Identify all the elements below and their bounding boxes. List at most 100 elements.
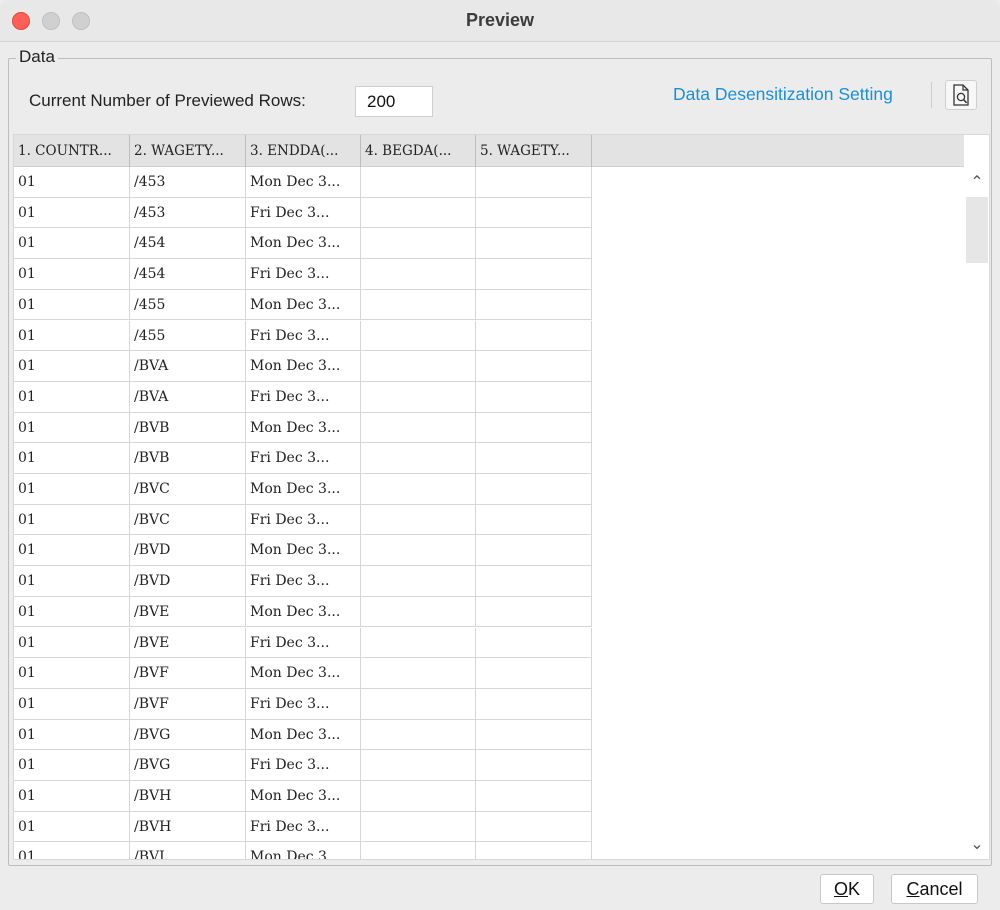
previewed-rows-input[interactable]	[355, 86, 433, 117]
table-cell[interactable]	[476, 228, 592, 260]
table-cell[interactable]: Fri Dec 3...	[246, 197, 361, 229]
table-cell[interactable]: /455	[130, 289, 246, 321]
table-cell[interactable]: Mon Dec 3...	[246, 474, 361, 505]
table-cell[interactable]: /454	[130, 228, 246, 260]
table-cell[interactable]	[476, 474, 592, 505]
scrollbar-thumb[interactable]	[966, 197, 988, 263]
table-cell[interactable]: /BVD	[130, 566, 246, 597]
table-cell[interactable]: /453	[130, 197, 246, 229]
table-cell[interactable]	[361, 596, 476, 628]
table-cell[interactable]: /BVG	[130, 719, 246, 751]
cancel-button[interactable]: Cancel	[891, 874, 978, 904]
table-cell[interactable]	[361, 811, 476, 843]
table-cell[interactable]	[476, 167, 592, 198]
table-cell[interactable]: 01	[14, 443, 130, 474]
table-cell[interactable]: Mon Dec 3...	[246, 228, 361, 260]
table-cell[interactable]	[361, 719, 476, 751]
table-cell[interactable]	[476, 259, 592, 290]
table-cell[interactable]	[361, 197, 476, 229]
table-cell[interactable]	[361, 351, 476, 382]
table-cell[interactable]	[476, 566, 592, 597]
table-cell[interactable]	[476, 504, 592, 536]
column-header-1[interactable]: 1. COUNTR...	[14, 135, 130, 167]
table-cell[interactable]: /BVB	[130, 412, 246, 444]
table-cell[interactable]: /BVF	[130, 688, 246, 720]
table-cell[interactable]: 01	[14, 781, 130, 812]
table-cell[interactable]	[476, 627, 592, 659]
table-cell[interactable]: 01	[14, 596, 130, 628]
table-cell[interactable]	[361, 566, 476, 597]
table-cell[interactable]: Fri Dec 3...	[246, 443, 361, 474]
table-cell[interactable]: /455	[130, 320, 246, 352]
table-cell[interactable]: Mon Dec 3...	[246, 289, 361, 321]
table-cell[interactable]	[361, 535, 476, 567]
table-cell[interactable]: 01	[14, 627, 130, 659]
table-cell[interactable]	[476, 289, 592, 321]
table-cell[interactable]: Fri Dec 3...	[246, 381, 361, 413]
table-cell[interactable]	[476, 658, 592, 689]
table-cell[interactable]: 01	[14, 811, 130, 843]
table-cell[interactable]	[361, 504, 476, 536]
table-cell[interactable]: Fri Dec 3...	[246, 320, 361, 352]
table-cell[interactable]	[476, 781, 592, 812]
table-cell[interactable]	[476, 688, 592, 720]
table-cell[interactable]	[361, 228, 476, 260]
table-cell[interactable]	[476, 596, 592, 628]
table-cell[interactable]: Mon Dec 3...	[246, 842, 361, 859]
table-cell[interactable]: /453	[130, 167, 246, 198]
table-cell[interactable]: 01	[14, 320, 130, 352]
table-cell[interactable]: 01	[14, 504, 130, 536]
table-cell[interactable]: /BVD	[130, 535, 246, 567]
table-cell[interactable]	[361, 167, 476, 198]
table-cell[interactable]: 01	[14, 688, 130, 720]
table-cell[interactable]: 01	[14, 412, 130, 444]
table-cell[interactable]	[361, 443, 476, 474]
table-cell[interactable]: /BVE	[130, 627, 246, 659]
table-cell[interactable]: Mon Dec 3...	[246, 596, 361, 628]
table-cell[interactable]: /454	[130, 259, 246, 290]
table-cell[interactable]: Mon Dec 3...	[246, 658, 361, 689]
table-cell[interactable]: /BVG	[130, 750, 246, 781]
vertical-scrollbar[interactable]: ⌃ ⌄	[964, 167, 989, 859]
table-cell[interactable]: Fri Dec 3...	[246, 504, 361, 536]
table-cell[interactable]	[361, 381, 476, 413]
table-cell[interactable]: 01	[14, 381, 130, 413]
table-cell[interactable]: Mon Dec 3...	[246, 351, 361, 382]
table-cell[interactable]: Mon Dec 3...	[246, 719, 361, 751]
table-cell[interactable]	[476, 381, 592, 413]
table-cell[interactable]: 01	[14, 566, 130, 597]
table-cell[interactable]	[476, 811, 592, 843]
table-cell[interactable]: /BVC	[130, 504, 246, 536]
table-cell[interactable]	[476, 719, 592, 751]
table-cell[interactable]	[476, 443, 592, 474]
table-cell[interactable]	[476, 750, 592, 781]
column-header-2[interactable]: 2. WAGETY...	[130, 135, 246, 167]
table-cell[interactable]: 01	[14, 197, 130, 229]
ok-button[interactable]: OK	[820, 874, 874, 904]
table-cell[interactable]: Fri Dec 3...	[246, 688, 361, 720]
table-cell[interactable]: 01	[14, 474, 130, 505]
table-cell[interactable]: 01	[14, 750, 130, 781]
table-cell[interactable]: /BVB	[130, 443, 246, 474]
table-cell[interactable]	[361, 688, 476, 720]
table-cell[interactable]: 01	[14, 351, 130, 382]
table-cell[interactable]: /BVH	[130, 811, 246, 843]
table-cell[interactable]: Fri Dec 3...	[246, 750, 361, 781]
table-cell[interactable]: Fri Dec 3...	[246, 811, 361, 843]
table-cell[interactable]	[476, 320, 592, 352]
table-cell[interactable]: 01	[14, 535, 130, 567]
table-cell[interactable]	[361, 412, 476, 444]
table-cell[interactable]	[361, 320, 476, 352]
table-cell[interactable]	[361, 474, 476, 505]
table-cell[interactable]: /BVI	[130, 842, 246, 859]
table-cell[interactable]: 01	[14, 842, 130, 859]
table-cell[interactable]	[476, 197, 592, 229]
table-cell[interactable]: Mon Dec 3...	[246, 167, 361, 198]
table-cell[interactable]: 01	[14, 259, 130, 290]
table-cell[interactable]	[361, 842, 476, 859]
table-cell[interactable]: Mon Dec 3...	[246, 535, 361, 567]
table-cell[interactable]	[361, 781, 476, 812]
column-header-5[interactable]: 5. WAGETY...	[476, 135, 592, 167]
table-cell[interactable]	[361, 289, 476, 321]
table-cell[interactable]: /BVC	[130, 474, 246, 505]
